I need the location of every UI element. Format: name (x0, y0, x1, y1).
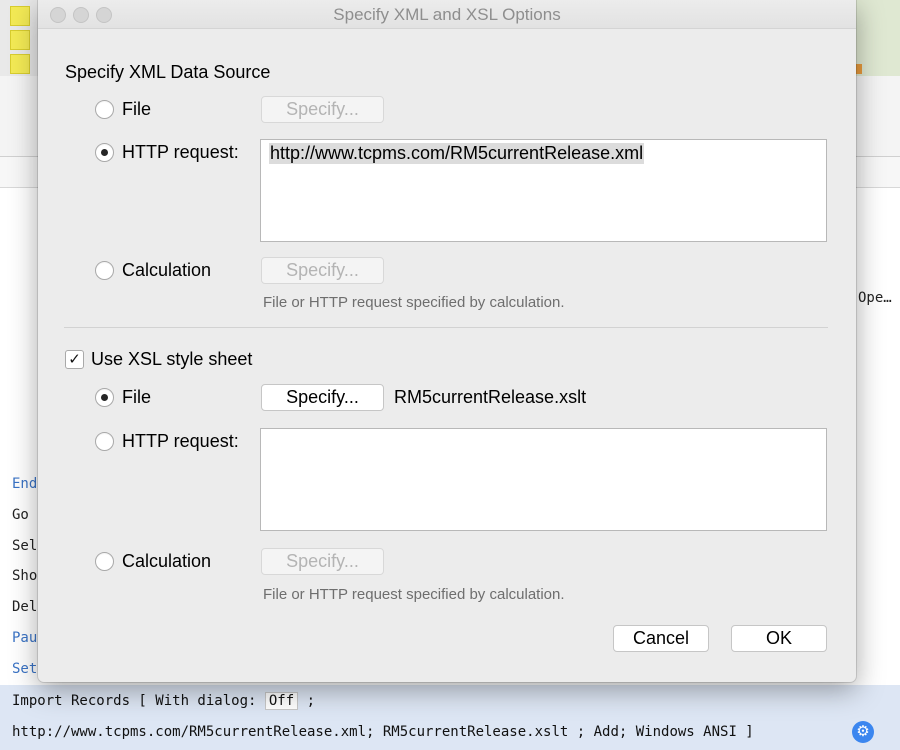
radio-button[interactable] (95, 552, 114, 571)
script-line[interactable]: Go (12, 507, 29, 523)
xsl-http-request-field[interactable] (260, 428, 827, 531)
xml-file-specify-button[interactable]: Specify... (261, 96, 384, 123)
xsl-calc-specify-button[interactable]: Specify... (261, 548, 384, 575)
xml-calculation-label: Calculation (122, 260, 212, 280)
ok-button[interactable]: OK (731, 625, 827, 652)
radio-button[interactable] (95, 100, 114, 119)
section-divider (64, 327, 828, 328)
xsl-file-radio[interactable]: File (95, 387, 151, 408)
script-line[interactable]: Set (12, 661, 37, 677)
partial-script-text: Ope… ) (858, 290, 900, 306)
xsl-http-label: HTTP request: (122, 431, 239, 451)
xsl-calc-help-text: File or HTTP request specified by calcul… (263, 586, 565, 603)
radio-selected-dot (101, 394, 108, 401)
dialog-title: Specify XML and XSL Options (333, 5, 561, 24)
xml-http-radio[interactable]: HTTP request: (95, 142, 239, 163)
xml-xsl-options-dialog: Specify XML and XSL Options Specify XML … (38, 0, 856, 682)
xml-file-label: File (122, 99, 152, 119)
xsl-file-specify-button[interactable]: Specify... (261, 384, 384, 411)
dialog-titlebar: Specify XML and XSL Options (38, 0, 856, 29)
radio-button[interactable] (95, 388, 114, 407)
selected-script-step[interactable]: Import Records [ With dialog: Off ; http… (0, 685, 900, 750)
xsl-file-name: RM5currentRelease.xslt (394, 387, 587, 407)
checkbox-checked[interactable]: ✓ (65, 350, 84, 369)
line1-suffix: ; (298, 693, 316, 709)
xml-http-url: http://www.tcpms.com/RM5currentRelease.x… (269, 143, 645, 164)
xml-http-request-field[interactable]: http://www.tcpms.com/RM5currentRelease.x… (260, 139, 827, 242)
xml-file-radio[interactable]: File (95, 99, 151, 120)
script-line[interactable]: Sel (12, 538, 37, 554)
radio-button[interactable] (95, 432, 114, 451)
radio-selected-dot (101, 149, 108, 156)
use-xsl-checkbox[interactable]: ✓ Use XSL style sheet (65, 349, 252, 370)
xml-calc-specify-button[interactable]: Specify... (261, 257, 384, 284)
with-dialog-value[interactable]: Off (264, 692, 299, 710)
toolbar-swatch (10, 30, 30, 50)
radio-button[interactable] (95, 261, 114, 280)
xml-http-label: HTTP request: (122, 142, 239, 162)
import-records-text: Import Records [ With dialog: (12, 693, 265, 709)
use-xsl-label: Use XSL style sheet (91, 349, 253, 369)
xml-calc-help-text: File or HTTP request specified by calcul… (263, 294, 565, 311)
xsl-http-radio[interactable]: HTTP request: (95, 431, 239, 452)
selected-step-line-1: Import Records [ With dialog: Off ; (12, 692, 316, 710)
xml-source-heading: Specify XML Data Source (65, 62, 271, 82)
script-line[interactable]: End (12, 476, 37, 492)
radio-button[interactable] (95, 143, 114, 162)
toolbar-swatch (10, 54, 30, 74)
script-line[interactable]: Sho (12, 568, 37, 584)
xsl-calculation-label: Calculation (122, 551, 212, 571)
xml-calculation-radio[interactable]: Calculation (95, 260, 211, 281)
background-marker (856, 64, 862, 74)
toolbar-swatch (10, 6, 30, 26)
script-line[interactable]: Del (12, 599, 37, 615)
checkmark-icon: ✓ (68, 351, 81, 368)
gear-icon[interactable]: ⚙ (852, 721, 874, 743)
xsl-file-label: File (122, 387, 152, 407)
cancel-button[interactable]: Cancel (613, 625, 709, 652)
xsl-calculation-radio[interactable]: Calculation (95, 551, 211, 572)
script-line[interactable]: Pau (12, 630, 37, 646)
selected-step-line-2: http://www.tcpms.com/RM5currentRelease.x… (12, 724, 754, 740)
